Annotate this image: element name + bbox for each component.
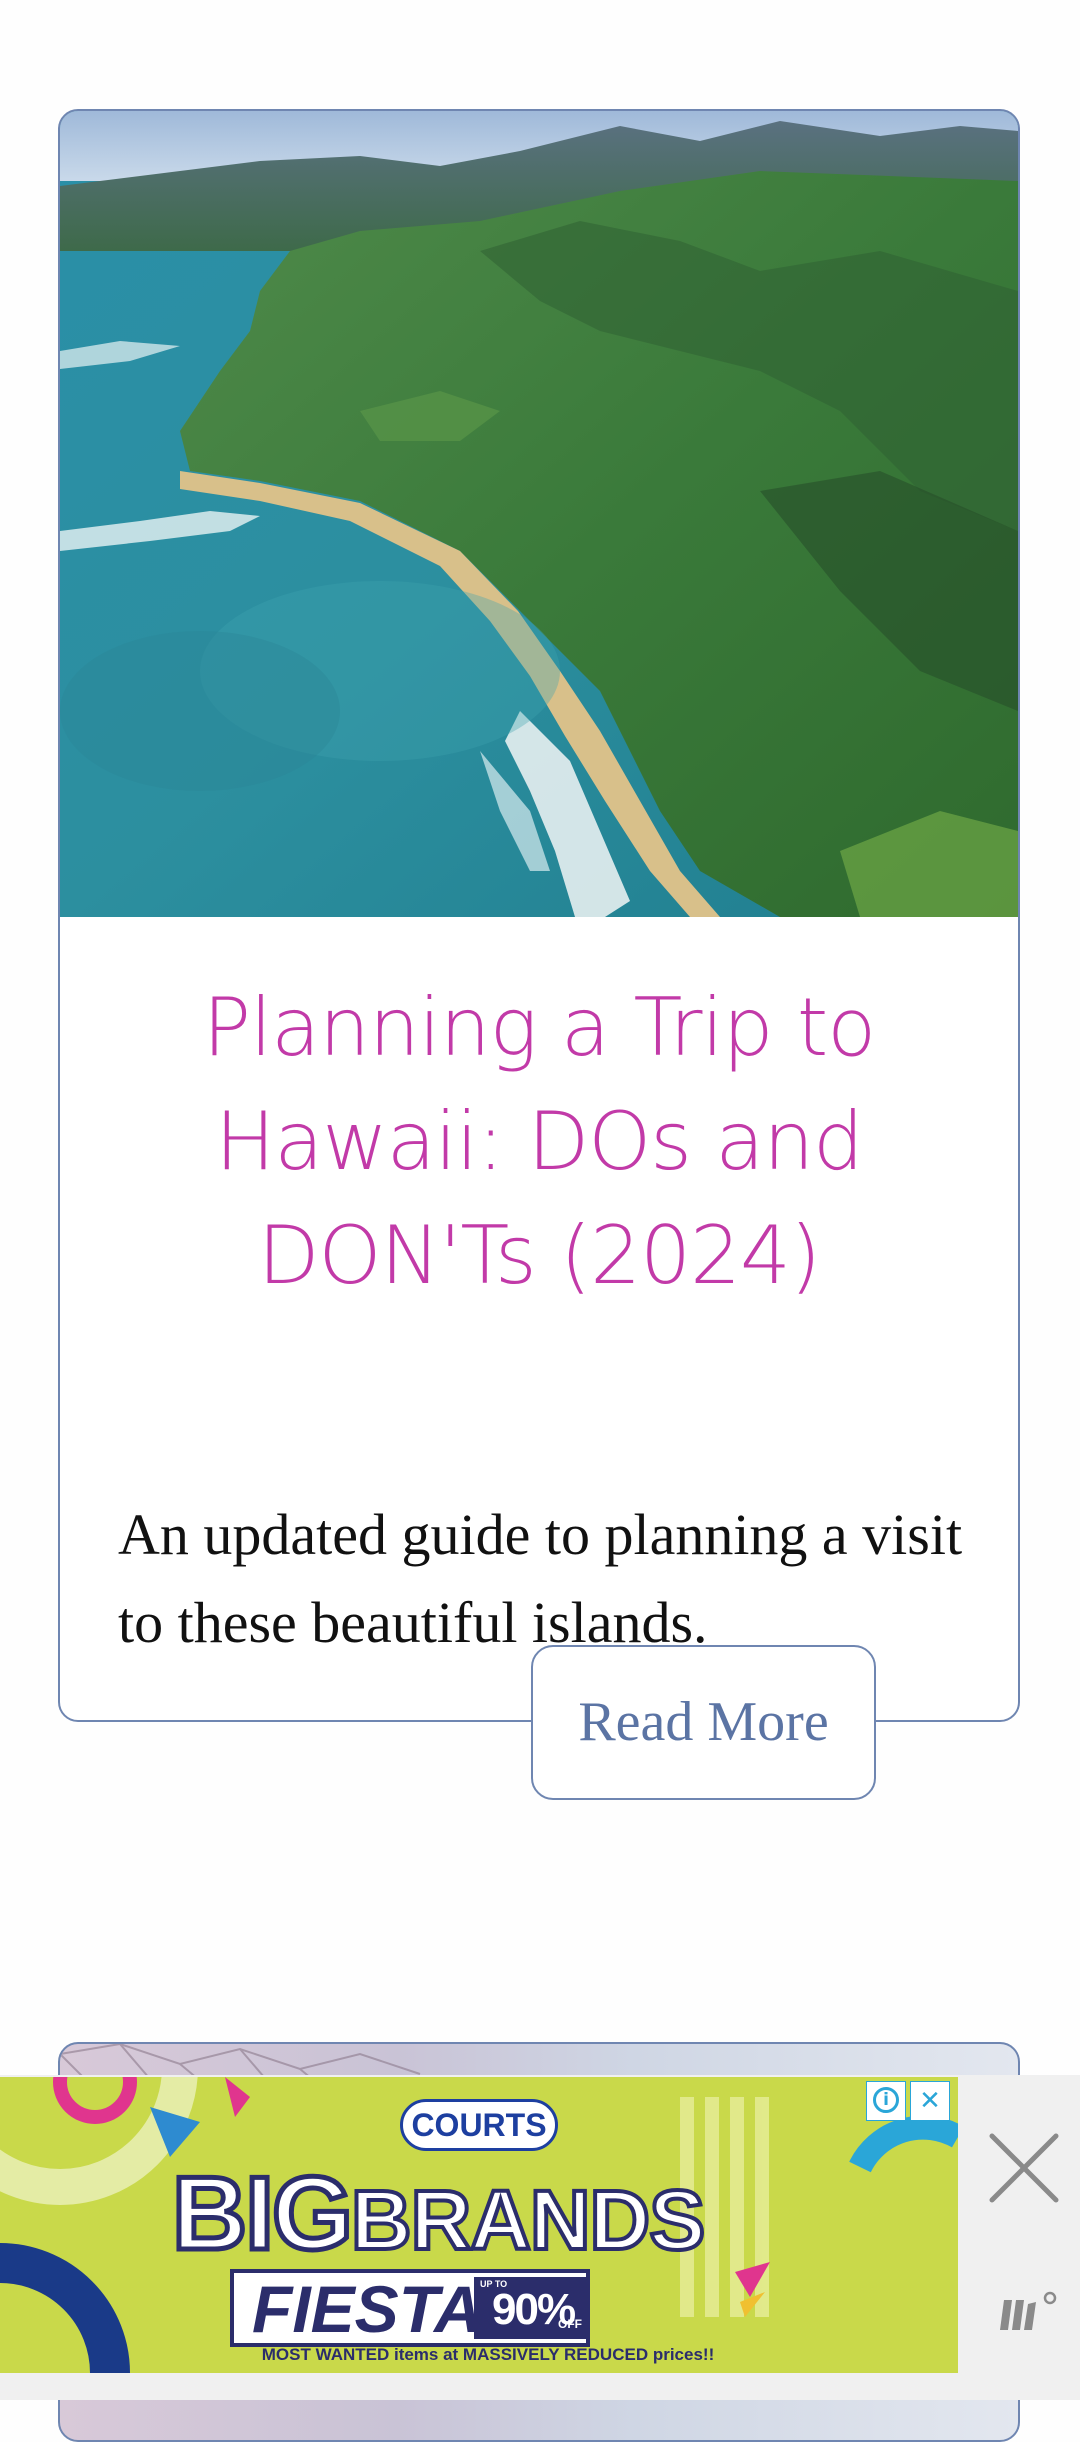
ad-headline-brands: BRANDS: [349, 2171, 707, 2269]
read-more-button[interactable]: Read More: [531, 1645, 876, 1800]
ad-fiesta-bar: FIESTA UP TO 90% OFF: [230, 2269, 590, 2347]
close-icon: [989, 2133, 1059, 2203]
ad-discount-off: OFF: [558, 2317, 582, 2331]
ad-fiesta-text: FIESTA: [252, 2272, 482, 2346]
ad-inner-close-button[interactable]: ✕: [910, 2081, 950, 2121]
article-card[interactable]: Planning a Trip to Hawaii: DOs and DON'T…: [58, 109, 1020, 1722]
ad-tagline: MOST WANTED items at MASSIVELY REDUCED p…: [261, 2345, 715, 2364]
ad-brand-logo: COURTS: [400, 2099, 558, 2151]
brand-mark-icon[interactable]: [998, 2290, 1062, 2334]
close-icon: ✕: [919, 2086, 941, 2116]
ad-brand-text: COURTS: [411, 2107, 547, 2143]
article-description: An updated guide to planning a visit to …: [118, 1502, 963, 1655]
ad-close-button[interactable]: [984, 2128, 1064, 2208]
article-image[interactable]: [60, 111, 1018, 917]
info-icon: i: [873, 2087, 899, 2113]
ad-choices-button[interactable]: i: [866, 2081, 906, 2121]
ad-banner[interactable]: COURTS BIGBRANDS FIESTA UP TO 90% OFF MO…: [0, 2077, 958, 2373]
ad-headline: BIGBRANDS: [170, 2156, 708, 2272]
ad-discount-box: UP TO 90% OFF: [474, 2277, 586, 2339]
ad-headline-big: BIG: [170, 2156, 356, 2272]
article-title[interactable]: Planning a Trip to Hawaii: DOs and DON'T…: [100, 971, 978, 1313]
